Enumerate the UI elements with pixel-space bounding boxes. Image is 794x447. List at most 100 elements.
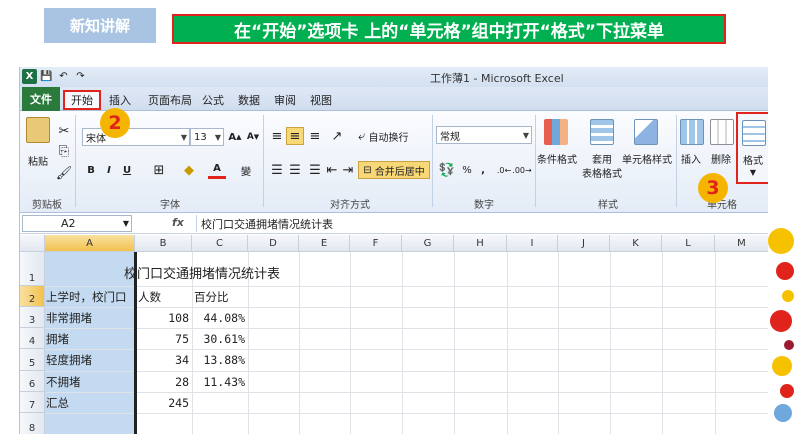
cell-c3[interactable]: 44.08% [192, 307, 248, 328]
column-header-j[interactable]: J [558, 235, 610, 252]
tab-view[interactable]: 视图 [306, 90, 336, 110]
cell-c6[interactable]: 11.43% [192, 371, 248, 392]
table-format-label-line1[interactable]: 套用 [586, 151, 618, 166]
sheet-title-cell[interactable]: 校门口交通拥堵情况统计表 [124, 261, 280, 283]
align-top-icon[interactable]: ≡ [268, 127, 286, 145]
table-format-icon[interactable] [590, 119, 614, 145]
cell-b6[interactable]: 28 [135, 371, 192, 392]
row-header-2[interactable]: 2 [20, 286, 45, 307]
column-header-f[interactable]: F [350, 235, 402, 252]
cell-c2[interactable]: 百分比 [194, 286, 229, 307]
cell-c4[interactable]: 30.61% [192, 328, 248, 349]
column-header-e[interactable]: E [299, 235, 350, 252]
tab-formulas[interactable]: 公式 [198, 90, 228, 110]
tab-insert[interactable]: 插入 [108, 90, 132, 110]
border-icon[interactable]: ⊞ [150, 161, 168, 179]
wrap-text-button[interactable]: ⤶ 自动换行 [358, 127, 428, 145]
row-header-6[interactable]: 6 [20, 371, 45, 392]
cell-a7[interactable]: 汇总 [46, 392, 69, 413]
font-size-select[interactable]: 13 ▼ [190, 128, 224, 146]
insert-cells-icon[interactable] [680, 119, 704, 145]
increase-indent-icon[interactable]: ⇥ [340, 161, 356, 179]
tab-review[interactable]: 审阅 [270, 90, 300, 110]
paste-icon[interactable] [26, 117, 50, 143]
row-header-8[interactable]: 8 [20, 413, 45, 434]
column-header-h[interactable]: H [454, 235, 507, 252]
conditional-format-icon[interactable] [544, 119, 568, 145]
delete-cells-label[interactable]: 删除 [706, 151, 736, 166]
column-header-d[interactable]: D [248, 235, 299, 252]
align-right-icon[interactable]: ☰ [306, 161, 324, 179]
number-format-select[interactable]: 常规 ▼ [436, 126, 532, 144]
column-header-a[interactable]: A [45, 235, 135, 252]
row-header-1[interactable]: 1 [20, 252, 45, 286]
align-center-icon[interactable]: ☰ [286, 161, 304, 179]
undo-icon[interactable]: ↶ [56, 69, 71, 84]
underline-button[interactable]: U [120, 161, 134, 179]
format-dropdown-button[interactable]: 格式 ▼ [736, 112, 768, 184]
grow-font-icon[interactable]: A ▲ [228, 128, 242, 146]
tab-page-layout[interactable]: 页面布局 [142, 90, 198, 110]
column-header-c[interactable]: C [192, 235, 248, 252]
shrink-font-icon[interactable]: A ▼ [246, 128, 260, 146]
orientation-icon[interactable]: ↗ [328, 127, 346, 145]
column-header-g[interactable]: G [402, 235, 454, 252]
align-bottom-icon[interactable]: ≡ [306, 127, 324, 145]
conditional-format-label[interactable]: 条件格式 [536, 151, 578, 166]
cell-b2[interactable]: 人数 [138, 286, 161, 307]
merge-center-button[interactable]: ⊟ 合并后居中 [358, 161, 430, 179]
comma-button[interactable]: , [476, 161, 490, 179]
row-header-7[interactable]: 7 [20, 392, 45, 413]
cell-b4[interactable]: 75 [135, 328, 192, 349]
formula-input[interactable]: 校门口交通拥堵情况统计表 [196, 215, 766, 232]
table-format-label-line2[interactable]: 表格格式 [576, 165, 628, 180]
redo-icon[interactable]: ↷ [73, 69, 88, 84]
row-header-4[interactable]: 4 [20, 328, 45, 349]
bold-button[interactable]: B [84, 161, 98, 179]
increase-decimal-icon[interactable]: .0← [496, 161, 512, 179]
column-header-l[interactable]: L [662, 235, 715, 252]
fx-icon[interactable]: fx [172, 216, 184, 229]
column-header-m[interactable]: M [715, 235, 768, 252]
decrease-decimal-icon[interactable]: .00→ [512, 161, 531, 179]
fill-color-icon[interactable]: ◆ [180, 161, 198, 179]
delete-cells-icon[interactable] [710, 119, 734, 145]
format-painter-icon[interactable]: 🖌 [56, 165, 73, 181]
save-icon[interactable]: 💾 [39, 69, 54, 84]
select-all-corner[interactable] [20, 235, 45, 252]
cell-b3[interactable]: 108 [135, 307, 192, 328]
insert-cells-label[interactable]: 插入 [676, 151, 706, 166]
column-header-k[interactable]: K [610, 235, 662, 252]
cell-styles-label[interactable]: 单元格样式 [620, 151, 674, 166]
align-middle-icon[interactable]: ≡ [286, 127, 304, 145]
name-box[interactable]: A2 ▼ [22, 215, 132, 232]
cell-a2[interactable]: 上学时，校门口 [46, 286, 127, 307]
cut-icon[interactable]: ✂ [56, 123, 72, 139]
percent-button[interactable]: % [460, 161, 474, 179]
cell-a6[interactable]: 不拥堵 [46, 371, 81, 392]
cell-a5[interactable]: 轻度拥堵 [46, 349, 92, 371]
font-color-icon[interactable]: A [208, 161, 226, 179]
currency-icon[interactable]: 💱 [436, 161, 458, 179]
tab-file[interactable]: 文件 [22, 87, 60, 111]
cell-styles-icon[interactable] [634, 119, 658, 145]
column-header-i[interactable]: I [507, 235, 558, 252]
row-header-5[interactable]: 5 [20, 349, 45, 371]
decrease-indent-icon[interactable]: ⇤ [324, 161, 340, 179]
cell-b5[interactable]: 34 [135, 349, 192, 371]
align-left-icon[interactable]: ☰ [268, 161, 286, 179]
phonetic-button[interactable]: 變 [236, 161, 256, 179]
cell-b7[interactable]: 245 [135, 392, 192, 413]
paste-button-label[interactable]: 粘贴 [24, 153, 52, 168]
column-header-b[interactable]: B [135, 235, 192, 252]
cell-c5[interactable]: 13.88% [192, 349, 248, 371]
tab-data[interactable]: 数据 [234, 90, 264, 110]
tab-home[interactable]: 开始 [63, 90, 101, 110]
copy-icon[interactable]: ⎘ [56, 143, 72, 159]
italic-button[interactable]: I [102, 161, 116, 179]
worksheet-grid[interactable]: A B C D E F G H I J K L M 1 2 3 4 5 6 7 … [20, 235, 768, 434]
font-name-select[interactable]: 宋体 ▼ [82, 128, 190, 146]
row-header-3[interactable]: 3 [20, 307, 45, 328]
cell-a3[interactable]: 非常拥堵 [46, 307, 92, 328]
cell-a4[interactable]: 拥堵 [46, 328, 69, 349]
